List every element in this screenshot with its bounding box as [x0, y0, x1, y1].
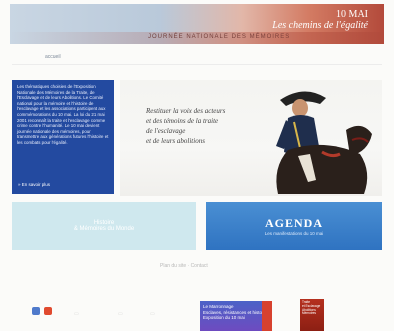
promo-left-banner[interactable]: Histoire & Mémoires du Monde [12, 202, 196, 250]
divider [12, 64, 382, 65]
feature-line-2: et des témoins de la traite [146, 117, 219, 125]
agenda-title: AGENDA [264, 216, 323, 230]
home-link[interactable]: accueil [45, 54, 61, 60]
faint-logo-2: ▭ [118, 311, 123, 317]
faint-logo-1: ▭ [74, 311, 79, 317]
intro-panel: Les thématiques choisies de l'Exposition… [12, 80, 114, 194]
feature-line-4: et de leurs abolitions [146, 137, 205, 145]
promo-left-line2: & Mémoires du Monde [73, 226, 135, 232]
feature-panel[interactable]: Restituer la voix des acteurs et des tém… [120, 80, 382, 196]
agenda-banner[interactable]: AGENDA Les manifestations du 10 mai [206, 202, 382, 250]
poster-line-4: Mémoires [302, 311, 316, 316]
partner-logo-red-icon[interactable] [44, 307, 52, 315]
banner-title-line1: 10 MAI [336, 9, 368, 20]
read-more-link[interactable]: » En savoir plus [18, 182, 50, 187]
footer-link[interactable]: Plan du site · Contact [160, 263, 208, 269]
faint-logo-3: ▭ [150, 311, 155, 317]
partner-logos [32, 307, 52, 315]
header-banner: 10 MAI Les chemins de l'égalité JOURNÉE … [10, 4, 384, 44]
feature-quote: Restituer la voix des acteurs et des tém… [146, 106, 266, 146]
feature-line-1: Restituer la voix des acteurs [146, 107, 226, 115]
banner-title: 10 MAI Les chemins de l'égalité [272, 9, 368, 31]
intro-text: Les thématiques choisies de l'Exposition… [17, 84, 109, 145]
poster-thumbnail[interactable]: Traite et Esclavage Abolitions Mémoires [300, 299, 324, 331]
rider-illustration [276, 91, 372, 194]
book-line-3: Exposition du 10 mai [203, 315, 245, 320]
book-accent-stripe [262, 301, 272, 331]
banner-title-line2: Les chemins de l'égalité [272, 19, 368, 31]
partner-logo-blue-icon[interactable] [32, 307, 40, 315]
banner-subtitle: JOURNÉE NATIONALE DES MÉMOIRES [148, 34, 291, 40]
agenda-subtitle: Les manifestations du 10 mai [264, 231, 324, 236]
feature-line-3: de l'esclavage [146, 127, 186, 135]
book-promo[interactable]: Le Marronnage Esclaves, résistances et h… [200, 301, 272, 331]
